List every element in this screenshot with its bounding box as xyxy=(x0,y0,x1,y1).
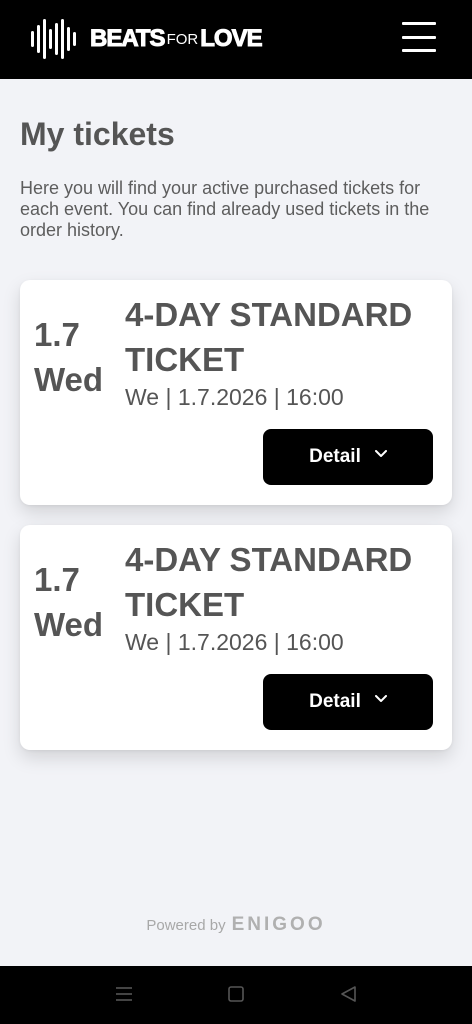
back-icon[interactable] xyxy=(340,986,358,1002)
soundwave-icon[interactable] xyxy=(30,17,78,61)
menu-line xyxy=(402,35,436,39)
chevron-down-icon xyxy=(374,695,387,702)
page-title: My tickets xyxy=(20,116,175,152)
ticket-date-day-month: 1.7 xyxy=(34,316,80,353)
ticket-card: 1.7 Wed 4-DAY STANDARD TICKET We | 1.7.2… xyxy=(20,525,452,750)
ticket-datetime: We | 1.7.2026 | 16:00 xyxy=(125,384,344,410)
ticket-date: 1.7 Wed xyxy=(34,557,103,647)
ticket-date: 1.7 Wed xyxy=(34,312,103,402)
powered-by-footer[interactable]: Powered by ENIGOO xyxy=(0,914,472,936)
menu-line xyxy=(402,49,436,52)
provider-logo: ENIGOO xyxy=(231,914,326,935)
page-intro: Here you will find your active purchased… xyxy=(20,178,430,240)
ticket-date-day-month: 1.7 xyxy=(34,561,80,598)
detail-button-label: Detail xyxy=(309,691,361,712)
android-nav-bar xyxy=(0,966,472,1024)
top-bar: BEATS FOR LOVE xyxy=(0,0,472,79)
detail-button-label: Detail xyxy=(309,446,361,467)
ticket-datetime: We | 1.7.2026 | 16:00 xyxy=(125,629,344,655)
ticket-name: 4-DAY STANDARD TICKET xyxy=(125,296,413,378)
brand-part-beats: BEATS xyxy=(90,25,167,53)
powered-by-label: Powered by xyxy=(146,916,226,934)
ticket-weekday: Wed xyxy=(34,606,104,643)
app-root: BEATS FOR LOVE My tickets Here you will … xyxy=(0,0,472,1024)
ticket-weekday: Wed xyxy=(34,361,104,398)
home-icon[interactable] xyxy=(227,986,245,1002)
ticket-card: 1.7 Wed 4-DAY STANDARD TICKET We | 1.7.2… xyxy=(20,280,452,505)
menu-line xyxy=(402,22,436,25)
recents-icon[interactable] xyxy=(115,986,133,1002)
detail-button[interactable]: Detail xyxy=(263,429,433,485)
brand-part-for: FOR xyxy=(166,30,199,48)
ticket-name: 4-DAY STANDARD TICKET xyxy=(125,541,413,623)
detail-button[interactable]: Detail xyxy=(263,674,433,730)
brand-wordmark[interactable]: BEATS FOR LOVE xyxy=(90,22,264,56)
chevron-down-icon xyxy=(374,450,387,457)
hamburger-menu-icon[interactable] xyxy=(402,20,436,54)
brand-part-love: LOVE xyxy=(200,25,263,53)
